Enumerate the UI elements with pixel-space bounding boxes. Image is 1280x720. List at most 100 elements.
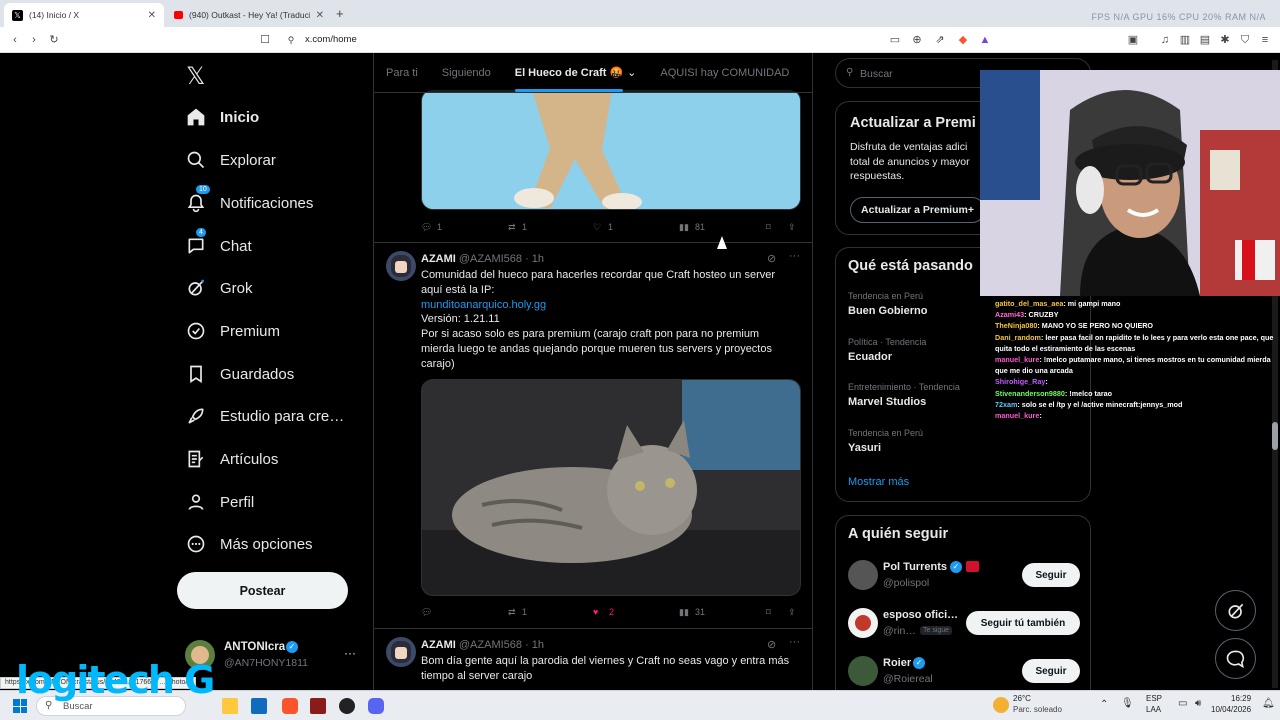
nav-item-chat[interactable]: 4 Chat <box>186 228 252 256</box>
trend-name[interactable]: Yasuri <box>848 442 881 454</box>
file-explorer-icon[interactable] <box>222 698 238 714</box>
vpn-icon[interactable]: ⛉ <box>1238 33 1252 47</box>
forward-icon[interactable]: › <box>27 33 41 47</box>
reload-icon[interactable]: ↻ <box>47 33 61 47</box>
avatar[interactable] <box>848 560 878 590</box>
share-icon[interactable]: ⇪ <box>788 607 796 618</box>
nav-item-explorar[interactable]: Explorar <box>186 150 276 170</box>
clock-date[interactable]: 10/04/2026 <box>1211 705 1251 714</box>
views-icon[interactable]: ▮▮ <box>679 222 689 233</box>
views-icon[interactable]: ▮▮ <box>679 607 689 618</box>
tweet-author-name[interactable]: AZAMI <box>421 639 456 651</box>
follow-name[interactable]: esposo ofici… <box>883 609 958 621</box>
grok-explain-icon[interactable]: ⊘ <box>767 252 776 265</box>
trend-name[interactable]: Ecuador <box>848 351 892 363</box>
tab-el-hueco-de-craft[interactable]: El Hueco de Craft 🤬 <box>514 66 624 92</box>
nav-item-notificaciones[interactable]: 10 Notificaciones <box>186 185 313 213</box>
brave-rewards-icon[interactable]: ▲ <box>978 33 992 47</box>
follow-button[interactable]: Seguir <box>1022 563 1080 587</box>
keyboard-layout[interactable]: LAA <box>1146 705 1161 714</box>
trend-name[interactable]: Buen Gobierno <box>848 305 927 317</box>
nav-item-inicio[interactable]: Inicio <box>186 107 259 127</box>
obs-icon[interactable] <box>339 698 355 714</box>
nav-item-estudio[interactable]: Estudio para cre… <box>186 406 344 426</box>
tweet-link[interactable]: munditoanarquico.holy.gg <box>421 298 801 313</box>
wallet-icon[interactable]: ▤ <box>1198 33 1212 47</box>
sidebar-icon[interactable]: ▥ <box>1178 33 1192 47</box>
menu-icon[interactable]: ≡ <box>1258 33 1272 47</box>
messages-fab-button[interactable] <box>1215 638 1256 679</box>
follow-name[interactable]: Pol Turrents <box>883 561 947 573</box>
scrollbar-thumb[interactable] <box>1272 422 1278 450</box>
tab-siguiendo[interactable]: Siguiendo <box>442 67 491 79</box>
bookmark-page-icon[interactable]: ☐ <box>258 33 272 47</box>
nav-item-grok[interactable]: Grok <box>186 278 253 298</box>
nav-item-articulos[interactable]: Artículos <box>186 449 278 469</box>
tab-x-home[interactable]: 𝕏 (14) Inicio / X ✕ <box>4 3 164 27</box>
extensions-icon[interactable]: ✱ <box>1218 33 1232 47</box>
trend-name[interactable]: Marvel Studios <box>848 396 926 408</box>
music-icon[interactable]: ♫ <box>1158 33 1172 47</box>
zoom-icon[interactable]: ⊕ <box>910 33 924 47</box>
follow-button[interactable]: Seguir <box>1022 659 1080 683</box>
discord-icon[interactable] <box>368 698 384 714</box>
tweet-author-handle[interactable]: @AZAMI568 · 1h <box>459 639 544 651</box>
microphone-icon[interactable]: 🎙︎ <box>1121 698 1134 709</box>
back-icon[interactable]: ‹ <box>8 33 22 47</box>
post-button[interactable]: Postear <box>177 572 348 609</box>
account-more-icon[interactable]: ··· <box>344 646 356 660</box>
tab-aquisi-hay-comunidad[interactable]: AQUISI hay COMUNIDAD <box>660 67 789 79</box>
chevron-up-icon[interactable]: ⌃ <box>1100 699 1108 710</box>
store-icon[interactable] <box>251 698 267 714</box>
nav-item-guardados[interactable]: Guardados <box>186 364 294 384</box>
share-icon[interactable]: ⇪ <box>788 222 796 233</box>
follow-name[interactable]: Roier <box>883 657 911 669</box>
follow-back-button[interactable]: Seguir tú también <box>966 611 1080 635</box>
clock-time[interactable]: 16:29 <box>1231 694 1251 703</box>
avatar[interactable] <box>386 251 416 281</box>
tweet-media-image[interactable] <box>421 89 801 210</box>
reply-icon[interactable]: 💬︎ <box>421 607 432 618</box>
like-filled-icon[interactable]: ♥ <box>593 607 598 617</box>
nav-item-mas-opciones[interactable]: Más opciones <box>186 534 313 554</box>
volume-icon[interactable]: 🔊︎ <box>1195 698 1201 709</box>
tweet-media-image[interactable] <box>421 379 801 596</box>
address-bar[interactable]: x.com/home <box>305 34 357 45</box>
x-logo-icon[interactable]: 𝕏 <box>186 62 205 90</box>
network-icon[interactable]: ▭ <box>1178 698 1187 709</box>
weather-icon[interactable] <box>993 697 1009 713</box>
like-icon[interactable]: ♡ <box>593 222 601 233</box>
taskbar-search-input[interactable]: Buscar <box>63 701 93 712</box>
cast-icon[interactable]: ▭ <box>888 33 902 47</box>
tweet-author-handle[interactable]: @AZAMI568 · 1h <box>459 253 544 265</box>
app-icon[interactable] <box>310 698 326 714</box>
bookmark-icon[interactable]: ⌑ <box>766 222 771 233</box>
language-indicator[interactable]: ESP <box>1146 694 1162 703</box>
brave-icon[interactable] <box>282 698 298 714</box>
retweet-icon[interactable]: ⇄ <box>508 607 516 618</box>
avatar[interactable] <box>848 656 878 686</box>
retweet-icon[interactable]: ⇄ <box>508 222 516 233</box>
tweet-author-name[interactable]: AZAMI <box>421 253 456 265</box>
close-tab-icon[interactable]: ✕ <box>316 10 324 21</box>
tweet-more-icon[interactable]: ··· <box>789 636 800 648</box>
reply-icon[interactable]: 💬︎ <box>421 222 432 233</box>
chevron-down-icon[interactable]: ⌄ <box>627 66 636 79</box>
close-tab-icon[interactable]: ✕ <box>148 10 156 21</box>
tab-para-ti[interactable]: Para ti <box>386 67 418 79</box>
brave-shield-icon[interactable]: ◆ <box>956 33 970 47</box>
notifications-icon[interactable]: 🔔︎ <box>1262 698 1275 709</box>
share-icon[interactable]: ⇗ <box>933 33 947 47</box>
avatar[interactable] <box>848 608 878 638</box>
nav-item-premium[interactable]: Premium <box>186 321 280 341</box>
new-tab-button[interactable]: + <box>336 6 344 21</box>
screenshot-icon[interactable]: ▣ <box>1126 33 1140 47</box>
search-input[interactable]: Buscar <box>860 68 893 80</box>
site-info-icon[interactable]: ⚲ <box>284 33 298 47</box>
show-more-link[interactable]: Mostrar más <box>848 476 909 488</box>
tweet-more-icon[interactable]: ··· <box>789 250 800 262</box>
upgrade-premium-button[interactable]: Actualizar a Premium+ <box>850 197 985 223</box>
bookmark-icon[interactable]: ⌑ <box>766 607 771 618</box>
grok-fab-button[interactable] <box>1215 590 1256 631</box>
grok-explain-icon[interactable]: ⊘ <box>767 638 776 651</box>
